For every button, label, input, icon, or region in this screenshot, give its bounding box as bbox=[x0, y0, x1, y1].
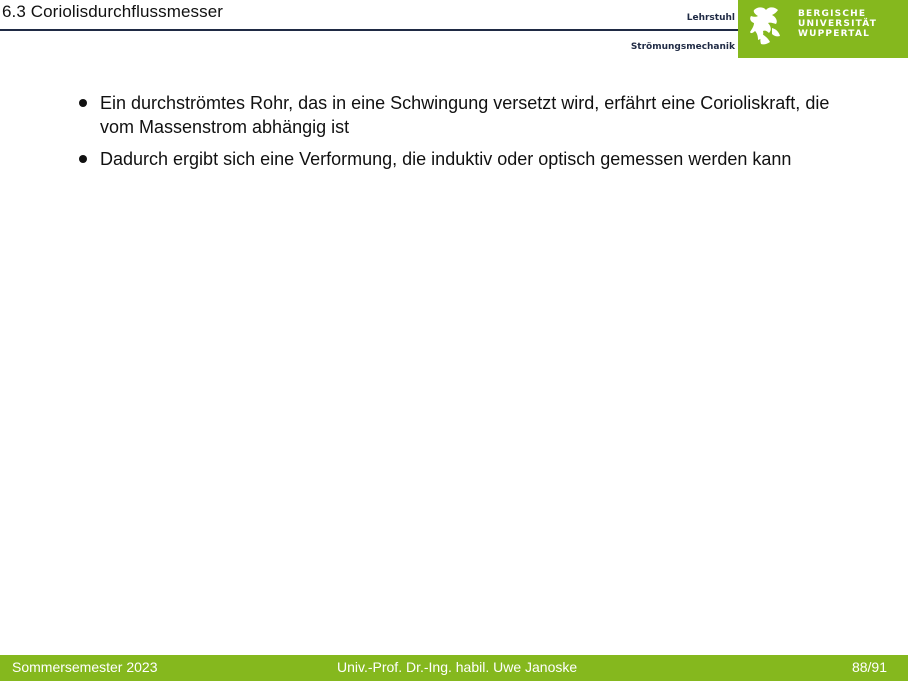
bullet-text: Dadurch ergibt sich eine Verformung, die… bbox=[100, 149, 792, 169]
logo-line3: WUPPERTAL bbox=[798, 29, 871, 39]
footer-bar: Sommersemester 2023 Univ.-Prof. Dr.-Ing.… bbox=[0, 655, 908, 681]
chair-label-line1: Lehrstuhl bbox=[686, 13, 735, 23]
bullet-text: Ein durchströmtes Rohr, das in eine Schw… bbox=[100, 93, 830, 137]
university-name: BERGISCHE UNIVERSITÄT WUPPERTAL bbox=[798, 9, 877, 39]
footer-page-number: 88/91 bbox=[851, 659, 887, 675]
slide-title: 6.3 Coriolisdurchflussmesser bbox=[2, 2, 224, 21]
bullet-item: Dadurch ergibt sich eine Verformung, die… bbox=[78, 147, 868, 171]
footer-semester: Sommersemester 2023 bbox=[12, 659, 158, 675]
logo-line2: UNIVERSITÄT bbox=[798, 19, 878, 29]
logo-line1: BERGISCHE bbox=[798, 9, 867, 19]
header-rule bbox=[0, 29, 738, 31]
slide-content: Ein durchströmtes Rohr, das in eine Schw… bbox=[78, 91, 868, 179]
university-lion-crest-icon bbox=[750, 7, 780, 45]
bullet-dot-icon bbox=[79, 99, 87, 107]
bullet-dot-icon bbox=[79, 155, 87, 163]
bullet-item: Ein durchströmtes Rohr, das in eine Schw… bbox=[78, 91, 868, 139]
university-logo: BERGISCHE UNIVERSITÄT WUPPERTAL bbox=[738, 0, 908, 58]
chair-label-line2: Strömungsmechanik bbox=[630, 42, 735, 52]
footer-author: Univ.-Prof. Dr.-Ing. habil. Uwe Janoske bbox=[337, 659, 578, 675]
